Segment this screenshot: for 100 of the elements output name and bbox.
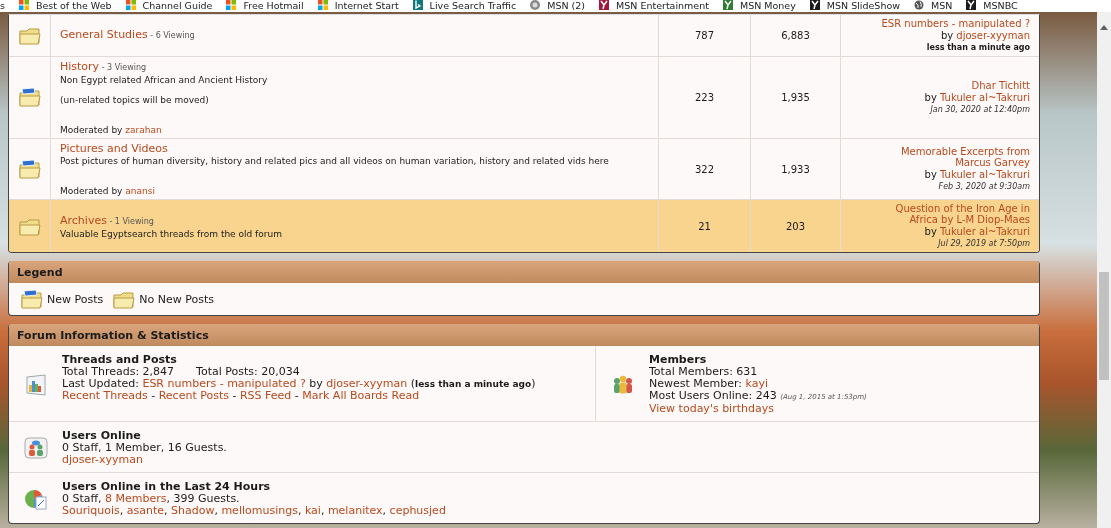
last-post-author: by Tukuler al~Takruri	[924, 169, 1030, 180]
bookmark-link[interactable]: MSN (2)	[547, 0, 586, 12]
last-post-time: Jan 30, 2020 at 12:40pm	[930, 104, 1030, 115]
info-text: Newest Member: kayi	[649, 378, 770, 390]
author-link[interactable]: Tukuler al~Takruri	[940, 169, 1030, 180]
last-post-time: less than a minute ago	[926, 42, 1030, 53]
section-title: Users Online in the Last 24 Hours	[62, 481, 272, 493]
bing-logo-icon[interactable]	[412, 0, 423, 10]
bookmark-link[interactable]: Live Search Traffic	[429, 0, 517, 12]
forum-title-link[interactable]: History	[60, 60, 100, 73]
bookmark-link[interactable]: s	[0, 0, 5, 12]
text-link[interactable]: 8 Members	[105, 492, 167, 505]
posts-count: 1,935	[750, 57, 840, 138]
moderator-link[interactable]: zarahan	[125, 125, 162, 135]
last-post-time: Feb 3, 2020 at 9:30am	[938, 181, 1030, 192]
forum-title-link[interactable]: Pictures and Videos	[60, 142, 168, 155]
bookmark-link[interactable]: Channel Guide	[142, 0, 213, 12]
info-text: 0 Staff, 1 Member, 16 Guests.	[62, 442, 227, 454]
legend-label: New Posts	[47, 293, 104, 306]
text-link[interactable]: mellomusings	[221, 504, 298, 517]
circle-icon[interactable]	[530, 0, 541, 10]
windows-logo-icon[interactable]	[125, 0, 136, 10]
topics-count: 787	[658, 15, 750, 56]
forum-description: (un-related topics will be moved)	[60, 95, 210, 105]
panel-header: Legend	[9, 261, 1039, 283]
bookmark-link[interactable]: MSN Entertainment	[616, 0, 709, 12]
tile-icon[interactable]	[722, 0, 733, 10]
text-link[interactable]: Mark All Boards Read	[302, 389, 420, 402]
tile-icon[interactable]	[809, 0, 820, 10]
scrollbar-thumb[interactable]	[1099, 272, 1109, 380]
users-chat-icon	[23, 437, 48, 459]
section-title: Members	[649, 354, 708, 366]
panel-header: Forum Information & Statistics	[9, 324, 1039, 346]
text-link[interactable]: kai	[304, 504, 321, 517]
windows-logo-icon[interactable]	[226, 0, 237, 10]
bookmark-link[interactable]: MSN SlideShow	[826, 0, 900, 12]
globe-icon[interactable]	[914, 0, 924, 10]
tile-icon[interactable]	[599, 0, 610, 10]
info-text: Recent Threads - Recent Posts - RSS Feed - Mark All Boards Read	[62, 390, 421, 402]
forum-title-link[interactable]: Archives	[60, 213, 107, 227]
bookmark-link[interactable]: MSNBC	[983, 0, 1018, 12]
forum-title-link[interactable]: General Studies	[60, 28, 148, 41]
text-link[interactable]: RSS Feed	[239, 389, 292, 402]
moderator-text: Moderated by anansi	[60, 186, 156, 196]
text-link[interactable]: asante	[126, 504, 164, 517]
scrollbar[interactable]	[1097, 12, 1111, 528]
bookmark-link[interactable]: Internet Start	[334, 0, 399, 12]
text-link[interactable]: kayi	[745, 377, 769, 390]
topics-count: 21	[658, 200, 750, 252]
bookmark-link[interactable]: Best of the Web	[35, 0, 112, 12]
text-link[interactable]: View today's birthdays	[649, 402, 774, 415]
last-post-link[interactable]: ESR numbers - manipulated ?	[881, 18, 1030, 29]
bookmark-link[interactable]: Free Hotmail	[243, 0, 304, 12]
topics-count: 223	[658, 57, 750, 138]
last-post-author: by Tukuler al~Takruri	[924, 92, 1030, 103]
moderator-text: Moderated by zarahan	[60, 125, 163, 135]
tile-icon[interactable]	[966, 0, 977, 10]
text-link[interactable]: djoser-xyyman	[326, 377, 408, 390]
viewing-count: - 6 Viewing	[149, 31, 195, 40]
text-link[interactable]: djoser-xyyman	[62, 453, 143, 466]
author-link[interactable]: Tukuler al~Takruri	[940, 92, 1030, 103]
forum-row[interactable]: Archives - 1 Viewing Valuable Egyptsearch threads from the old forum 21 203 Question of the Iron Age in Africa by L-M Diop-Maes by Tukuler al~Takruri Jul 29, 2019 at 7:50pm	[9, 200, 1039, 252]
forum-description: Non Egypt related African and Ancient History	[60, 75, 269, 85]
author-link[interactable]: Tukuler al~Takruri	[940, 226, 1030, 237]
last-post-link[interactable]: Dhar Tichitt	[971, 80, 1030, 91]
scroll-up-arrow-icon[interactable]	[1100, 25, 1108, 30]
text-link[interactable]: Shadow	[171, 504, 215, 517]
last-post-author: by djoser-xyyman	[940, 30, 1030, 41]
moderator-link[interactable]: anansi	[125, 186, 155, 196]
pie-chart-icon	[23, 488, 48, 510]
author-link[interactable]: djoser-xyyman	[956, 30, 1030, 41]
last-post-link[interactable]: Question of the Iron Age in Africa by L-M Diop-Maes	[869, 203, 1030, 225]
text-link[interactable]: ESR numbers - manipulated ?	[142, 377, 306, 390]
text-link[interactable]: Recent Threads	[62, 389, 148, 402]
section-title: Users Online	[62, 430, 142, 442]
posts-count: 1,933	[750, 139, 840, 199]
bar-chart-icon	[23, 372, 48, 397]
last-post-time: Jul 29, 2019 at 7:50pm	[938, 238, 1030, 249]
viewing-count: - 3 Viewing	[100, 63, 147, 72]
text-link[interactable]: Recent Posts	[158, 389, 229, 402]
text-link[interactable]: Souriquois	[62, 504, 120, 517]
text-link[interactable]: cephusjed	[389, 504, 446, 517]
last-post-author: by Tukuler al~Takruri	[924, 226, 1030, 237]
forum-row[interactable]: History - 3 Viewing Non Egypt related African and Ancient History (un-related topics will be moved) Moderated by zarahan 223 1,935 Dhar Tichitt by Tukuler al~Takruri Jan 30, 2020 at 12:40pm	[9, 57, 1039, 139]
forum-row[interactable]: General Studies - 6 Viewing 787 6,883 ESR numbers - manipulated ? by djoser-xyyman less than a minute ago	[9, 15, 1039, 57]
info-text: Souriquois, asante, Shadow, mellomusings, kai, melanitex, cephusjed	[62, 505, 446, 517]
text-link[interactable]: melanitex	[327, 504, 383, 517]
last-post-link[interactable]: Memorable Excerpts from Marcus Garvey	[869, 146, 1030, 168]
posts-count: 6,883	[750, 15, 840, 56]
info-text: Total Members: 631	[649, 366, 759, 378]
forum-description: Valuable Egyptsearch threads from the old forum	[60, 228, 283, 239]
info-text: Total Threads: 2,847 Total Posts: 20,034	[62, 366, 301, 378]
windows-logo-icon[interactable]	[18, 0, 29, 10]
viewing-count: - 1 Viewing	[108, 216, 154, 226]
info-text: 0 Staff, 8 Members, 399 Guests.	[62, 493, 241, 505]
topics-count: 322	[658, 139, 750, 199]
bookmark-link[interactable]: MSN Money	[739, 0, 796, 12]
info-text: Last Updated: ESR numbers - manipulated ? by djoser-xyyman (less than a minute ago)	[62, 378, 536, 390]
bookmark-link[interactable]: MSN	[931, 0, 953, 12]
windows-logo-icon[interactable]	[317, 0, 328, 10]
